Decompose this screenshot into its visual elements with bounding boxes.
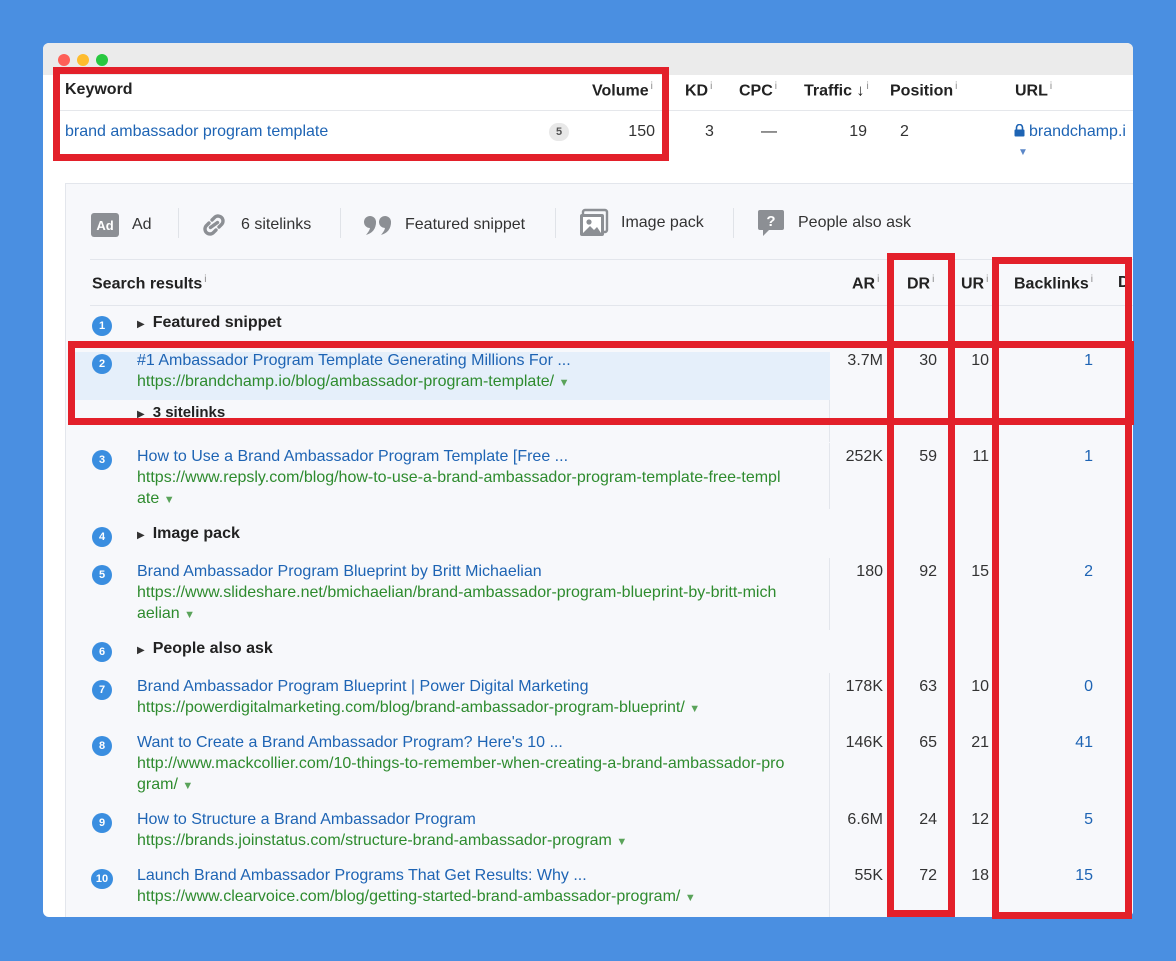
col-search-results[interactable]: Search results i <box>92 274 207 293</box>
feature-ad[interactable]: Ad Ad <box>90 212 152 238</box>
url-dropdown-icon[interactable]: ▼ <box>689 703 700 715</box>
maximize-window-button[interactable] <box>96 54 108 66</box>
url-dropdown-icon[interactable]: ▼ <box>182 780 193 792</box>
result-rank-badge: 10 <box>91 869 113 889</box>
quote-icon <box>363 212 393 238</box>
url-dropdown-icon[interactable]: ▼ <box>164 494 175 506</box>
result-rank-badge: 7 <box>92 680 112 700</box>
feature-divider <box>90 259 1133 260</box>
info-icon[interactable]: i <box>866 81 868 92</box>
question-icon: ? <box>756 210 786 236</box>
info-icon[interactable]: i <box>955 81 957 92</box>
col-ar[interactable]: AR i <box>852 274 879 293</box>
col-position[interactable]: Position i <box>890 81 957 100</box>
result-url[interactable]: https://www.repsly.com/blog/how-to-use-a… <box>137 469 781 487</box>
result-rank-badge: 6 <box>92 642 112 662</box>
info-icon[interactable]: i <box>986 274 988 285</box>
col-ur[interactable]: UR i <box>961 274 988 293</box>
group-image-pack[interactable]: ▶ Image pack <box>137 525 240 543</box>
col-cpc[interactable]: CPC i <box>739 81 777 100</box>
result-url-wrap[interactable]: gram/ ▼ <box>137 776 193 794</box>
expand-icon: ▶ <box>137 319 145 330</box>
result-title-link[interactable]: Want to Create a Brand Ambassador Progra… <box>137 734 563 752</box>
ad-icon: Ad <box>90 212 120 238</box>
feature-separator <box>178 208 179 238</box>
group-featured-snippet[interactable]: ▶ Featured snippet <box>137 314 282 332</box>
ur-value: 11 <box>972 448 989 465</box>
feature-separator <box>555 208 556 238</box>
result-title-link[interactable]: How to Structure a Brand Ambassador Prog… <box>137 811 476 829</box>
result-rank-badge: 9 <box>92 813 112 833</box>
ur-value: 15 <box>971 563 989 580</box>
info-icon[interactable]: i <box>877 274 879 285</box>
ar-value: 180 <box>856 563 883 580</box>
link-icon <box>199 212 229 238</box>
traffic-value: 19 <box>849 123 867 140</box>
expand-icon: ▶ <box>137 645 145 656</box>
group-people-also-ask[interactable]: ▶ People also ask <box>137 640 273 658</box>
kd-value: 3 <box>705 123 714 140</box>
ur-value: 21 <box>971 734 989 751</box>
feature-sitelinks[interactable]: 6 sitelinks <box>199 212 311 238</box>
result-rank-badge: 4 <box>92 527 112 547</box>
info-icon[interactable]: i <box>775 81 777 92</box>
result-url[interactable]: https://powerdigitalmarketing.com/blog/b… <box>137 699 700 717</box>
ar-value: 252K <box>845 448 883 465</box>
result-url[interactable]: http://www.mackcollier.com/10-things-to-… <box>137 755 784 773</box>
feature-image-pack[interactable]: Image pack <box>579 208 704 236</box>
feature-people-also-ask[interactable]: ? People also ask <box>756 210 911 236</box>
col-traffic[interactable]: Traffic ↓ i <box>804 81 869 100</box>
highlight-box-keyword <box>53 67 669 161</box>
ar-value: 6.6M <box>847 811 883 828</box>
info-icon[interactable]: i <box>710 81 712 92</box>
feature-featured-snippet[interactable]: Featured snippet <box>363 212 525 238</box>
expand-icon: ▶ <box>137 530 145 541</box>
serp-header-divider <box>90 305 1133 306</box>
info-icon[interactable]: i <box>204 274 206 285</box>
feature-separator <box>733 208 734 238</box>
url-dropdown-icon[interactable]: ▼ <box>1018 147 1028 158</box>
ar-value: 146K <box>845 734 883 751</box>
lock-icon <box>1014 123 1025 137</box>
svg-text:Ad: Ad <box>96 218 113 233</box>
ur-value: 10 <box>971 678 989 695</box>
result-rank-badge: 3 <box>92 450 112 470</box>
result-title-link[interactable]: Brand Ambassador Program Blueprint | Pow… <box>137 678 588 696</box>
result-title-link[interactable]: Brand Ambassador Program Blueprint by Br… <box>137 563 542 581</box>
image-icon <box>579 208 609 236</box>
feature-separator <box>340 208 341 238</box>
url-dropdown-icon[interactable]: ▼ <box>616 836 627 848</box>
url-dropdown-icon[interactable]: ▼ <box>184 609 195 621</box>
result-rank-badge: 1 <box>92 316 112 336</box>
sort-down-icon: ↓ <box>856 82 865 100</box>
result-url[interactable]: https://www.clearvoice.com/blog/getting-… <box>137 888 696 906</box>
result-url-wrap[interactable]: aelian ▼ <box>137 605 195 623</box>
result-url[interactable]: https://brands.joinstatus.com/structure-… <box>137 832 627 850</box>
result-title-link[interactable]: How to Use a Brand Ambassador Program Te… <box>137 448 568 466</box>
result-url[interactable]: https://www.slideshare.net/bmichaelian/b… <box>137 584 776 602</box>
cpc-value: — <box>761 123 777 140</box>
result-rank-badge: 5 <box>92 565 112 585</box>
minimize-window-button[interactable] <box>77 54 89 66</box>
url-link[interactable]: brandchamp.i <box>1014 123 1126 141</box>
ar-value: 178K <box>845 678 883 695</box>
result-rank-badge: 8 <box>92 736 112 756</box>
close-window-button[interactable] <box>58 54 70 66</box>
ur-value: 12 <box>971 811 989 828</box>
result-url-wrap[interactable]: ate ▼ <box>137 490 175 508</box>
highlight-box-row <box>68 341 1134 425</box>
url-dropdown-icon[interactable]: ▼ <box>685 892 696 904</box>
result-title-link[interactable]: Launch Brand Ambassador Programs That Ge… <box>137 867 587 885</box>
info-icon[interactable]: i <box>1050 81 1052 92</box>
app-window: Keyword Volume i KD i CPC i Traffic ↓ i Posi… <box>43 43 1133 917</box>
ur-value: 18 <box>971 867 989 884</box>
col-url[interactable]: URL i <box>1015 81 1052 100</box>
svg-text:?: ? <box>766 213 775 230</box>
col-kd[interactable]: KD i <box>685 81 712 100</box>
position-value: 2 <box>900 123 909 140</box>
ar-value: 55K <box>854 867 883 884</box>
